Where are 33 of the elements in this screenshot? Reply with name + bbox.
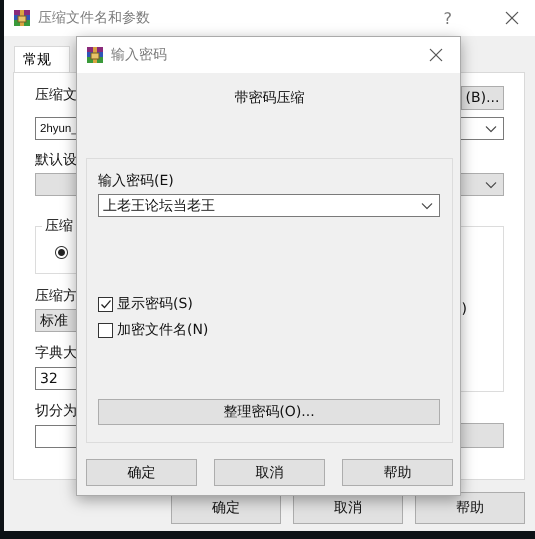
dialog-button[interactable]: 确定 <box>86 459 197 486</box>
tab[interactable]: 常规 <box>14 46 70 72</box>
checkbox[interactable] <box>98 296 113 312</box>
app-icon <box>86 46 104 64</box>
checkbox-label: 显示密码(S) <box>117 295 193 313</box>
dialog-title: 输入密码 <box>111 46 167 64</box>
chevron-icon <box>421 202 433 210</box>
dialog-button[interactable]: 帮助 <box>342 459 453 486</box>
checkbox-label: 加密文件名(N) <box>117 321 208 339</box>
field-label: 默认设 <box>35 151 77 169</box>
field-label: 压缩文 <box>35 86 77 104</box>
close-icon <box>429 48 443 62</box>
option-text: ) <box>462 301 467 317</box>
field-label: 字典大 <box>35 344 77 362</box>
group-label: 压缩 <box>42 217 76 235</box>
dialog-button[interactable]: 帮助 <box>415 492 525 524</box>
field-label: 压缩方 <box>35 287 77 305</box>
dialog-button[interactable]: 取消 <box>214 459 325 486</box>
chevron-icon <box>485 180 497 188</box>
organize-button[interactable]: 整理密码(O)... <box>98 399 440 425</box>
close-icon <box>505 11 519 25</box>
browse-button[interactable]: (B)... <box>461 86 504 110</box>
window-title: 压缩文件名和参数 <box>38 9 150 27</box>
field-label: 切分为 <box>35 402 77 420</box>
dialog-heading: 带密码压缩 <box>234 89 304 107</box>
radio-button[interactable] <box>55 246 68 258</box>
help-button[interactable]: ? <box>440 8 456 28</box>
chevron-icon <box>485 124 497 132</box>
check-icon <box>100 298 112 310</box>
field-label: 输入密码(E) <box>98 172 174 190</box>
password-combo[interactable]: 上老王论坛当老王 <box>98 194 440 217</box>
app-icon <box>13 9 31 27</box>
checkbox[interactable] <box>98 322 113 338</box>
